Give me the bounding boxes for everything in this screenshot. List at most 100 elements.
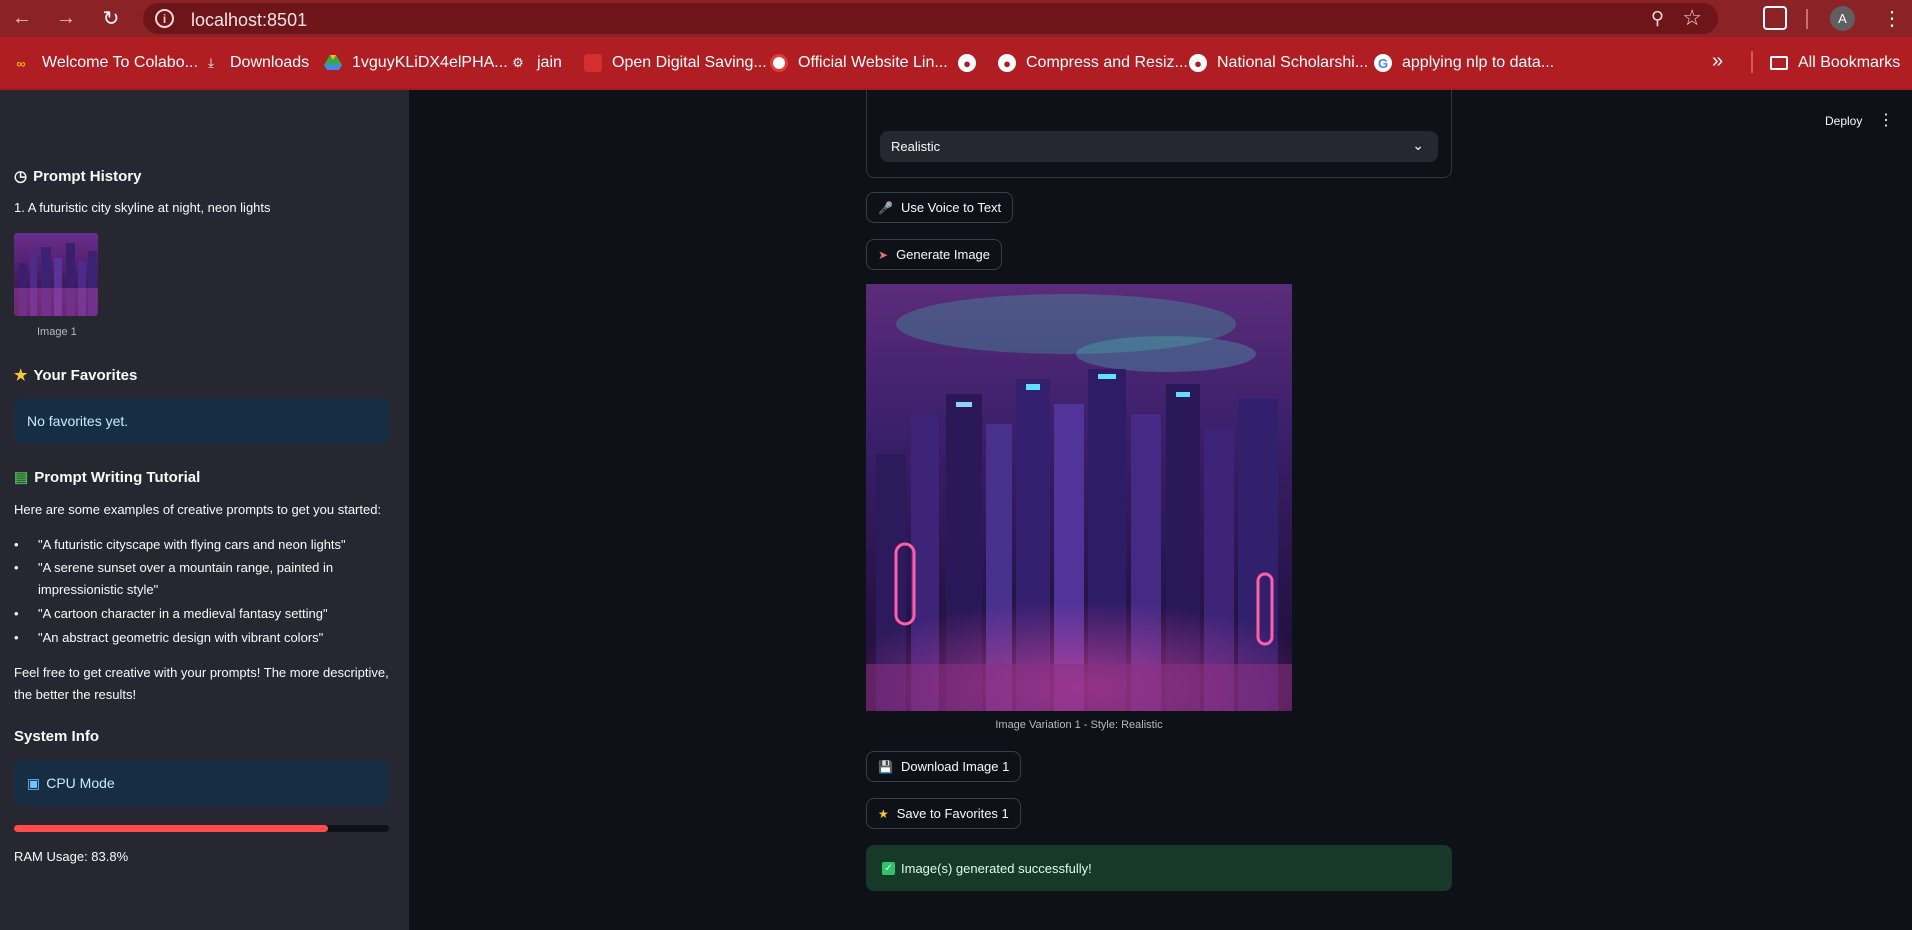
back-arrow-icon[interactable]: ← <box>2 0 42 37</box>
microphone-icon: 🎤 <box>878 200 893 215</box>
favorites-empty-notice: No favorites yet. <box>14 398 389 444</box>
notice-text: CPU Mode <box>46 775 115 791</box>
site-info-icon[interactable]: i <box>155 9 174 28</box>
bank-icon <box>584 54 602 72</box>
download-icon: ⤓ <box>208 55 214 70</box>
forward-arrow-icon[interactable]: → <box>46 0 86 37</box>
books-icon: ▤ <box>14 469 29 486</box>
bullet-dot: • <box>14 606 19 621</box>
bookmark-jain[interactable]: ⚙ jain <box>509 54 562 72</box>
tutorial-outro: the better the results! <box>14 687 137 702</box>
tutorial-example: "An abstract geometric design with vibra… <box>38 630 324 645</box>
more-bookmarks-icon[interactable]: » <box>1712 50 1723 73</box>
save-favorites-button[interactable]: ★ Save to Favorites 1 <box>866 798 1021 829</box>
style-select-value: Realistic <box>891 139 941 154</box>
prompt-history-heading: ◷ Prompt History <box>14 167 141 185</box>
notice-text: No favorites yet. <box>27 413 129 429</box>
google-drive-icon <box>324 54 342 72</box>
address-bar[interactable]: i localhost:8501 ⚲ ☆ <box>143 3 1718 34</box>
bookmark-globe[interactable]: ● <box>958 54 986 72</box>
bookmark-label: National Scholarshi... <box>1217 54 1369 71</box>
deploy-button[interactable]: Deploy <box>1825 114 1862 128</box>
heading-text: Prompt Writing Tutorial <box>34 469 201 486</box>
laptop-icon: ▣ <box>27 774 41 791</box>
bookmark-label: 1vguyKLiDX4elPHA... <box>352 54 508 71</box>
history-item[interactable]: 1. A futuristic city skyline at night, n… <box>14 200 271 215</box>
check-icon: ✓ <box>882 861 895 875</box>
star-icon: ★ <box>878 806 889 821</box>
app-menu-icon[interactable]: ⋮ <box>1878 110 1894 130</box>
generated-image[interactable] <box>866 284 1292 711</box>
chevron-down-icon: ⌄ <box>1412 137 1424 153</box>
success-text: Image(s) generated successfully! <box>901 860 1092 876</box>
bookmark-label: Open Digital Saving... <box>612 54 767 71</box>
image-caption: Image Variation 1 - Style: Realistic <box>995 719 1163 731</box>
history-thumbnail[interactable] <box>14 233 98 316</box>
tutorial-heading: ▤ Prompt Writing Tutorial <box>14 468 200 486</box>
tutorial-example: "A serene sunset over a mountain range, … <box>38 560 334 575</box>
browser-menu-icon[interactable]: ⋮ <box>1882 6 1902 31</box>
bookmark-nlp[interactable]: G applying nlp to data... <box>1374 54 1554 72</box>
voice-to-text-button[interactable]: 🎤 Use Voice to Text <box>866 192 1014 223</box>
bookmarks-divider <box>1751 51 1753 73</box>
rocket-icon: ➤ <box>878 247 889 262</box>
star-icon: ★ <box>14 367 28 384</box>
reload-icon[interactable]: ↻ <box>91 0 131 37</box>
bookmark-label: Official Website Lin... <box>798 54 948 71</box>
ram-progress-track <box>14 825 389 832</box>
google-icon: G <box>1374 54 1392 72</box>
style-select[interactable]: Realistic ⌄ <box>880 131 1438 162</box>
extensions-icon[interactable] <box>1763 6 1787 30</box>
bookmark-label: Downloads <box>230 54 310 71</box>
refresh-logo-icon <box>770 54 788 72</box>
profile-avatar[interactable]: A <box>1830 6 1855 31</box>
heading-text: Prompt History <box>33 168 142 185</box>
zoom-icon[interactable]: ⚲ <box>1651 8 1664 29</box>
success-alert: ✓ Image(s) generated successfully! <box>866 845 1452 891</box>
globe-icon: ● <box>998 54 1016 72</box>
bookmark-official-website[interactable]: Official Website Lin... <box>770 54 948 72</box>
bookmark-label: Compress and Resiz... <box>1026 54 1188 71</box>
toolbar-divider <box>1806 9 1808 29</box>
bookmark-scholarship[interactable]: ● National Scholarshi... <box>1189 54 1368 72</box>
sidebar: ◷ Prompt History 1. A futuristic city sky… <box>0 90 409 930</box>
url-text[interactable]: localhost:8501 <box>191 10 307 31</box>
bullet-dot: • <box>14 537 19 552</box>
floppy-disk-icon: 💾 <box>878 759 893 774</box>
bookmark-star-icon[interactable]: ☆ <box>1682 5 1702 31</box>
folder-icon <box>1770 56 1788 70</box>
bookmark-compress[interactable]: ● Compress and Resiz... <box>998 54 1188 72</box>
bookmark-label: Welcome To Colabo... <box>42 54 198 71</box>
ram-usage-label: RAM Usage: 83.8% <box>14 849 129 864</box>
tutorial-example: "A futuristic cityscape with flying cars… <box>38 537 346 552</box>
favorites-heading: ★ Your Favorites <box>14 366 137 384</box>
cpu-mode-notice: ▣ CPU Mode <box>14 760 389 806</box>
bookmark-label: applying nlp to data... <box>1402 54 1555 71</box>
bookmark-colab[interactable]: ∞ Welcome To Colabo... <box>10 54 198 72</box>
thumbnail-caption: Image 1 <box>37 326 77 338</box>
ram-progress-fill <box>14 825 329 832</box>
button-label: Use Voice to Text <box>900 200 1002 215</box>
button-label: Generate Image <box>896 247 991 262</box>
bullet-dot: • <box>14 560 19 575</box>
heading-text: Your Favorites <box>33 367 138 384</box>
tutorial-intro: Here are some examples of creative promp… <box>14 502 382 517</box>
download-image-button[interactable]: 💾 Download Image 1 <box>866 751 1022 782</box>
bookmark-label: All Bookmarks <box>1798 54 1901 71</box>
generate-image-button[interactable]: ➤ Generate Image <box>866 239 1003 270</box>
tutorial-example-continued: impressionistic style" <box>38 582 159 597</box>
bookmark-drive[interactable]: 1vguyKLiDX4elPHA... <box>324 54 508 72</box>
robot-icon: ⚙ <box>512 55 524 70</box>
bookmark-label: jain <box>537 54 562 71</box>
tutorial-example: "A cartoon character in a medieval fanta… <box>38 606 328 621</box>
browser-toolbar: ← → ↻ i localhost:8501 ⚲ ☆ A ⋮ <box>0 0 1912 37</box>
clock-icon: ◷ <box>14 168 28 185</box>
globe-icon: ● <box>958 54 976 72</box>
tutorial-outro: Feel free to get creative with your prom… <box>14 665 389 680</box>
globe-icon: ● <box>1189 54 1207 72</box>
colab-icon: ∞ <box>16 55 26 71</box>
bookmark-downloads[interactable]: ⤓ Downloads <box>202 54 309 72</box>
bullet-dot: • <box>14 630 19 645</box>
all-bookmarks[interactable]: All Bookmarks <box>1770 54 1900 72</box>
bookmark-digital-saving[interactable]: Open Digital Saving... <box>584 54 767 72</box>
